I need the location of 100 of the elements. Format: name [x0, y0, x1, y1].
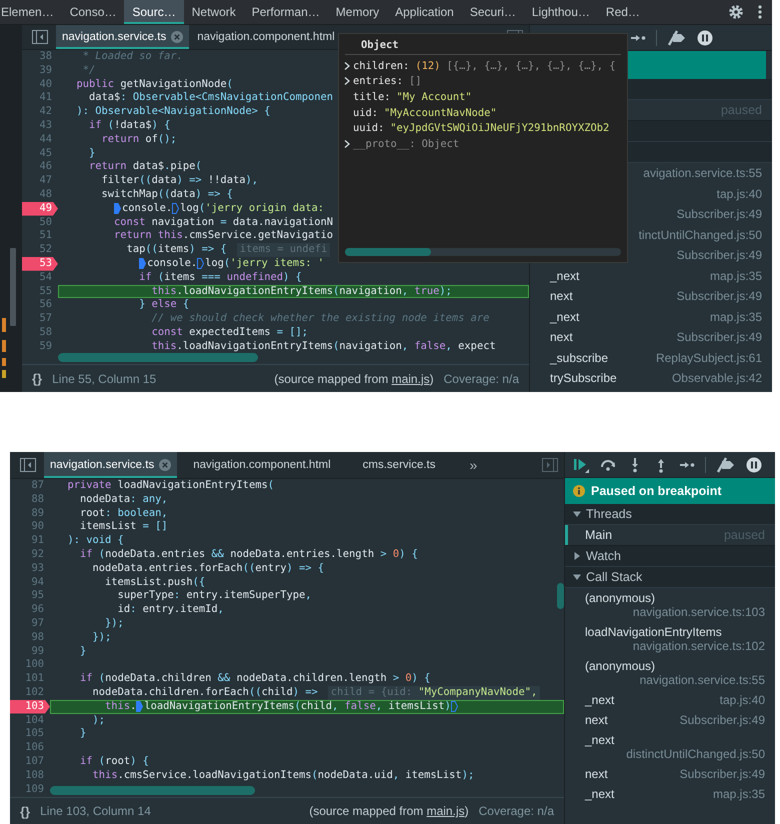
breakpoint-location-icon[interactable] — [197, 258, 204, 270]
panel-tab[interactable]: Conso… — [62, 0, 124, 24]
line-number[interactable]: 51 — [22, 229, 58, 244]
line-number[interactable]: 106 — [10, 741, 50, 755]
line-number[interactable]: 97 — [10, 616, 50, 631]
format-button[interactable]: {} — [32, 371, 42, 386]
vertical-scrollbar[interactable] — [557, 583, 564, 609]
close-icon[interactable] — [159, 459, 172, 471]
breakpoint-location-icon[interactable] — [172, 203, 180, 214]
line-number[interactable]: 54 — [22, 270, 58, 285]
function-name[interactable]: next — [585, 713, 608, 727]
slashed-tag-icon[interactable] — [716, 456, 736, 472]
panel-tab[interactable]: Network — [184, 0, 244, 24]
function-name[interactable]: (anonymous) — [585, 591, 656, 605]
file-tab[interactable]: navigation.service.ts — [56, 25, 190, 49]
panel-toggle-icon[interactable] — [20, 458, 36, 472]
pause-icon[interactable] — [697, 30, 713, 46]
horizontal-scrollbar[interactable] — [345, 248, 621, 256]
panel-tab[interactable]: Elemen… — [0, 0, 62, 24]
line-number[interactable]: 52 — [22, 243, 58, 257]
line-number[interactable]: 89 — [10, 506, 50, 520]
line-number[interactable]: 109 — [10, 782, 50, 796]
panel-tab[interactable]: Performan… — [244, 0, 328, 24]
close-icon[interactable] — [171, 31, 184, 43]
line-number[interactable]: 99 — [10, 644, 50, 658]
file-tab[interactable]: cms.service.ts — [356, 452, 442, 478]
line-number[interactable]: 57 — [22, 312, 58, 326]
line-number[interactable]: 104 — [10, 714, 50, 728]
function-name[interactable]: _next — [550, 268, 580, 283]
line-number[interactable]: 58 — [22, 326, 58, 340]
settings-icon[interactable] — [728, 4, 744, 20]
function-name[interactable]: _next — [585, 693, 614, 707]
line-number[interactable]: 48 — [22, 188, 58, 202]
panel-tab[interactable]: Memory — [328, 0, 388, 24]
function-name[interactable]: next — [550, 289, 573, 304]
panel-toggle-icon[interactable] — [542, 458, 558, 472]
panel-tab[interactable]: Sourc… — [124, 0, 184, 24]
more-tabs-button[interactable]: » — [470, 452, 478, 478]
section-header[interactable]: Threads — [565, 504, 775, 525]
line-number[interactable]: 91 — [10, 534, 50, 548]
file-tab[interactable]: navigation.component.html — [191, 25, 341, 49]
line-number[interactable]: 43 — [22, 118, 58, 133]
line-number[interactable]: 101 — [10, 672, 50, 686]
function-name[interactable]: _next — [585, 733, 614, 747]
line-number[interactable]: 87 — [10, 479, 50, 493]
line-number[interactable]: 102 — [10, 686, 50, 700]
line-number[interactable]: 49 — [22, 202, 58, 216]
line-number[interactable]: 53 — [22, 256, 58, 271]
line-number[interactable]: 46 — [22, 160, 58, 174]
source-file-link[interactable]: main.js — [426, 804, 465, 818]
function-name[interactable]: trySubscribe — [550, 371, 617, 386]
panel-tab[interactable]: Securi… — [462, 0, 524, 24]
function-name[interactable]: loadNavigationEntryItems — [585, 625, 722, 639]
line-number[interactable]: 56 — [22, 298, 58, 312]
line-number[interactable]: 107 — [10, 754, 50, 769]
panel-tab[interactable]: Lighthou… — [524, 0, 598, 24]
source-file-link[interactable]: main.js — [392, 372, 430, 386]
expanded-arrow-icon[interactable] — [573, 573, 581, 581]
line-number[interactable]: 40 — [22, 78, 58, 92]
line-number[interactable]: 41 — [22, 91, 58, 106]
line-number[interactable]: 98 — [10, 630, 50, 645]
function-name[interactable]: _subscribe — [550, 350, 608, 365]
line-number[interactable]: 94 — [10, 576, 50, 590]
expanded-arrow-icon[interactable] — [573, 510, 581, 518]
horizontal-scrollbar[interactable] — [58, 353, 258, 362]
line-number[interactable]: 105 — [10, 727, 50, 742]
line-number[interactable]: 45 — [22, 146, 58, 160]
section-header[interactable]: Watch — [565, 546, 775, 567]
function-name[interactable]: next — [550, 330, 573, 344]
collapsed-arrow-icon[interactable] — [573, 552, 581, 560]
horizontal-scrollbar[interactable] — [50, 786, 255, 795]
function-name[interactable]: next — [585, 767, 608, 781]
format-button[interactable]: {} — [20, 804, 30, 818]
line-number[interactable]: 92 — [10, 548, 50, 562]
line-number[interactable]: 95 — [10, 589, 50, 604]
function-name[interactable]: _next — [585, 787, 614, 801]
line-number[interactable]: 39 — [22, 64, 58, 78]
file-tab[interactable]: navigation.component.html — [187, 452, 337, 478]
function-name[interactable]: (anonymous) — [585, 659, 656, 673]
breakpoint-location-icon[interactable] — [139, 258, 146, 270]
line-number[interactable]: 93 — [10, 562, 50, 576]
line-number[interactable]: 55 — [22, 284, 58, 298]
play-icon[interactable] — [573, 456, 589, 472]
line-number[interactable]: 42 — [22, 105, 58, 119]
panel-toggle-icon[interactable] — [32, 30, 48, 44]
line-number[interactable]: 47 — [22, 174, 58, 188]
line-number[interactable]: 44 — [22, 132, 58, 147]
line-number[interactable]: 108 — [10, 768, 50, 783]
section-header[interactable]: Call Stack — [565, 567, 775, 588]
more-icon[interactable] — [758, 4, 762, 20]
line-number[interactable]: 100 — [10, 658, 50, 672]
line-number[interactable]: 103 — [10, 700, 50, 714]
line-number[interactable]: 90 — [10, 520, 50, 534]
file-tab[interactable]: navigation.service.ts — [44, 452, 178, 478]
line-number[interactable]: 88 — [10, 492, 50, 507]
breakpoint-location-icon[interactable] — [114, 203, 122, 214]
panel-tab[interactable]: Application — [387, 0, 462, 24]
pause-icon[interactable] — [746, 456, 762, 472]
function-name[interactable]: _next — [550, 310, 580, 324]
line-number[interactable]: 96 — [10, 603, 50, 617]
